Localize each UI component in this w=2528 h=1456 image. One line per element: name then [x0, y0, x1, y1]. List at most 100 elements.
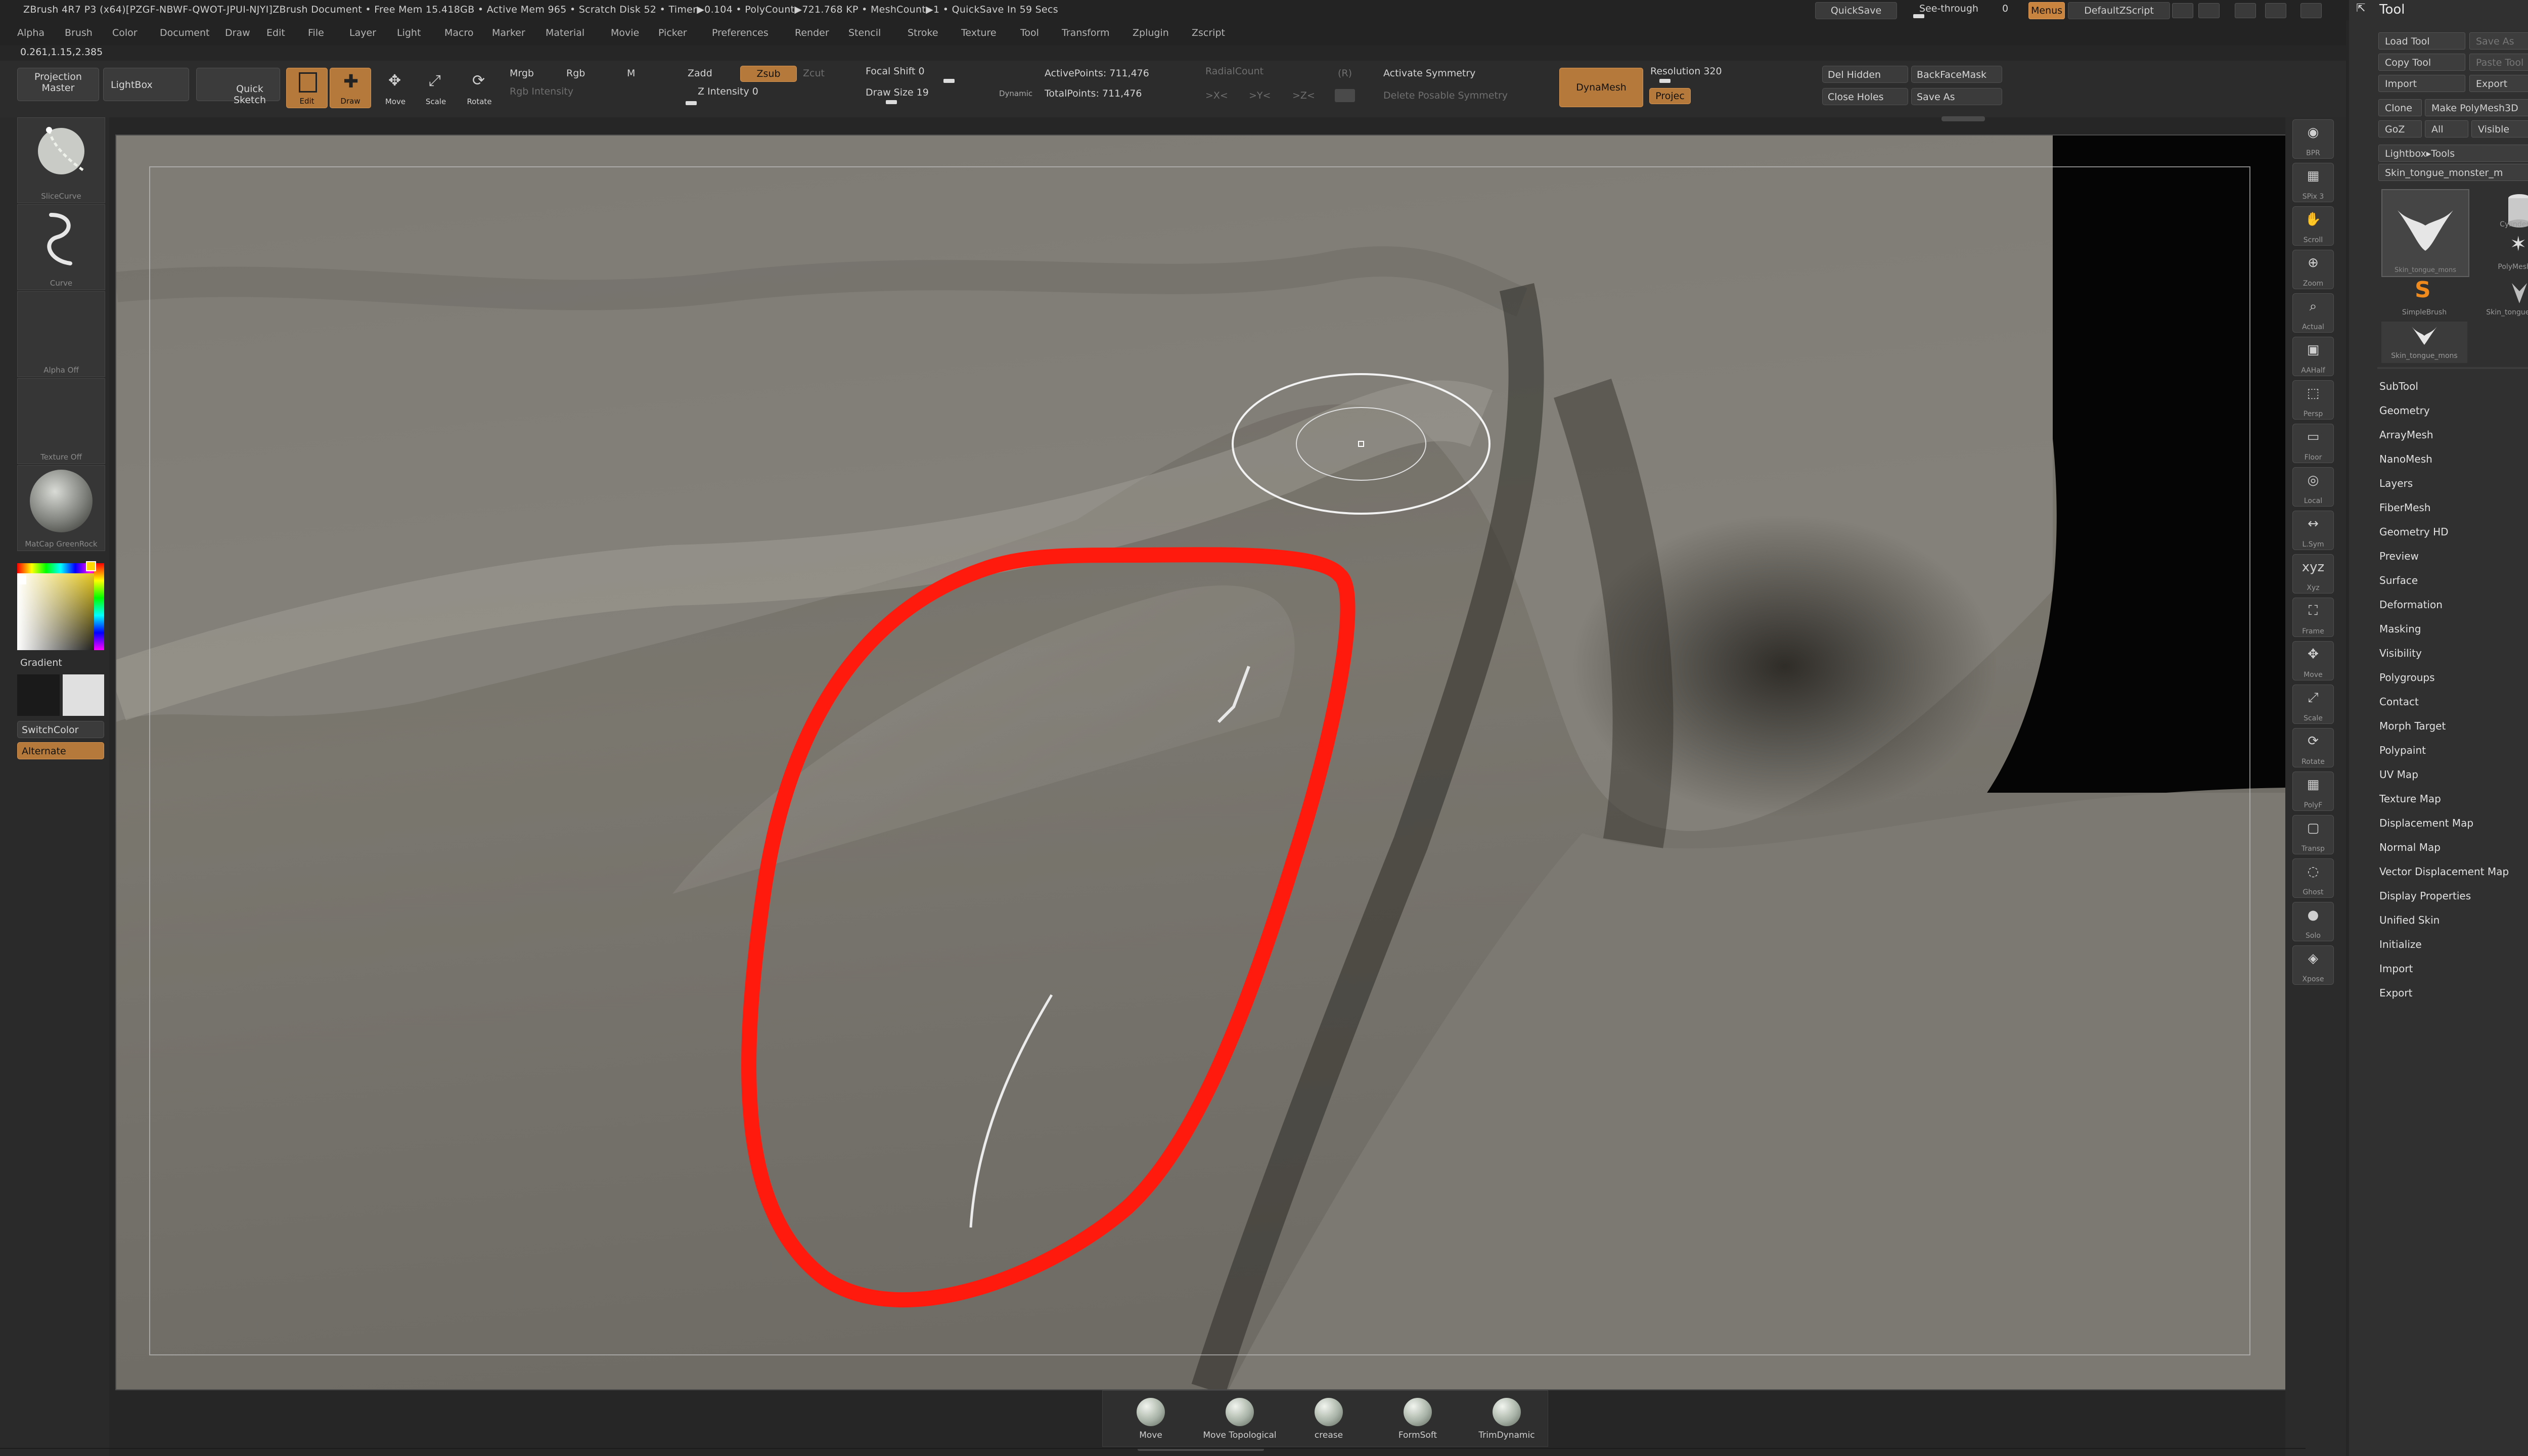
section-normal-map[interactable]: Normal Map [2379, 841, 2441, 853]
m-button[interactable]: M [627, 68, 635, 79]
menu-zplugin[interactable]: Zplugin [1133, 27, 1169, 38]
tool-thumb-skin-tongue[interactable]: Skin_tongue_mons [2381, 189, 2469, 277]
brush-picker[interactable]: SliceCurve [17, 117, 105, 203]
goz-button[interactable]: GoZ [2378, 120, 2422, 138]
section-vector-displacement-map[interactable]: Vector Displacement Map [2379, 866, 2509, 878]
stroke-picker[interactable]: Curve [17, 204, 105, 290]
make-polymesh3d-button[interactable]: Make PolyMesh3D [2425, 99, 2528, 116]
see-through-thumb[interactable] [1913, 14, 1924, 18]
focal-shift-slider[interactable]: Focal Shift 0 [866, 66, 925, 77]
alpha-picker[interactable]: Alpha Off [17, 291, 105, 377]
menu-tool[interactable]: Tool [1020, 27, 1039, 38]
section-arraymesh[interactable]: ArrayMesh [2379, 429, 2433, 441]
mrgb-button[interactable]: Mrgb [510, 68, 534, 79]
view-scroll-button[interactable]: ✋ Scroll [2292, 206, 2334, 246]
sculpt-surface[interactable] [116, 135, 2285, 1389]
rgb-intensity-slider[interactable]: Rgb Intensity [510, 86, 573, 97]
lightbox-tools-button[interactable]: Lightbox▸Tools [2378, 145, 2528, 162]
hue-marker[interactable] [86, 561, 96, 571]
section-geometry[interactable]: Geometry [2379, 404, 2430, 417]
section-nanomesh[interactable]: NanoMesh [2379, 453, 2432, 465]
section-initialize[interactable]: Initialize [2379, 938, 2422, 950]
view-actual-button[interactable]: ⌕ Actual [2292, 293, 2334, 333]
layout-icon[interactable] [2172, 3, 2193, 18]
menu-brush[interactable]: Brush [65, 27, 93, 38]
view-xpose-button[interactable]: ◈ Xpose [2292, 945, 2334, 985]
menu-draw[interactable]: Draw [225, 27, 250, 38]
quick-sketch-button[interactable]: Quick Sketch [196, 68, 280, 106]
layout-icon[interactable] [2198, 3, 2220, 18]
section-texture-map[interactable]: Texture Map [2379, 793, 2441, 805]
view-zoom-button[interactable]: ⊕ Zoom [2292, 250, 2334, 289]
radial-count-slider[interactable]: RadialCount [1205, 66, 1263, 77]
section-morph-target[interactable]: Morph Target [2379, 720, 2446, 732]
tool-palette-header[interactable]: Tool [2379, 2, 2405, 17]
copy-tool-button[interactable]: Copy Tool [2378, 54, 2465, 71]
section-contact[interactable]: Contact [2379, 696, 2419, 708]
view-bpr-button[interactable]: ◉ BPR [2292, 119, 2334, 159]
see-through-slider[interactable]: See-through 0 [1911, 3, 2022, 18]
texture-picker[interactable]: Texture Off [17, 378, 105, 464]
brush-formsoft[interactable]: FormSoft [1380, 1395, 1456, 1445]
symmetry-x-button[interactable]: >X< [1205, 90, 1228, 101]
zsub-button[interactable]: Zsub [740, 66, 797, 82]
section-unified-skin[interactable]: Unified Skin [2379, 914, 2440, 926]
section-polygroups[interactable]: Polygroups [2379, 671, 2434, 684]
menu-stencil[interactable]: Stencil [848, 27, 881, 38]
clone-button[interactable]: Clone [2378, 99, 2422, 116]
palette-icon[interactable] [2265, 3, 2286, 18]
view-floor-button[interactable]: ▭ Floor [2292, 424, 2334, 463]
brush-crease[interactable]: crease [1291, 1395, 1367, 1445]
symmetry-r-toggle[interactable] [1335, 89, 1355, 102]
menu-color[interactable]: Color [112, 27, 138, 38]
delete-posable-symmetry-button[interactable]: Delete Posable Symmetry [1383, 90, 1508, 101]
rotate-button[interactable]: ⟳ Rotate [459, 68, 500, 107]
menu-zscript[interactable]: Zscript [1192, 27, 1225, 38]
section-subtool[interactable]: SubTool [2379, 380, 2418, 392]
radial-r-button[interactable]: (R) [1338, 68, 1352, 79]
menu-alpha[interactable]: Alpha [17, 27, 44, 38]
color-picker[interactable] [17, 561, 104, 650]
menu-transform[interactable]: Transform [1062, 27, 1110, 38]
quicksave-button[interactable]: QuickSave [1815, 2, 1897, 19]
section-preview[interactable]: Preview [2379, 550, 2419, 562]
section-uv-map[interactable]: UV Map [2379, 768, 2418, 781]
menu-document[interactable]: Document [160, 27, 209, 38]
menu-layer[interactable]: Layer [349, 27, 376, 38]
menu-edit[interactable]: Edit [266, 27, 285, 38]
view-xyz-button[interactable]: xyz Xyz [2292, 554, 2334, 594]
backface-mask-button[interactable]: BackFaceMask [1911, 66, 2002, 83]
del-hidden-button[interactable]: Del Hidden [1822, 66, 1908, 83]
menu-texture[interactable]: Texture [961, 27, 997, 38]
view-l-sym-button[interactable]: ↔ L.Sym [2292, 511, 2334, 550]
import-button[interactable]: Import [2378, 75, 2465, 92]
load-tool-button[interactable]: Load Tool [2378, 32, 2465, 50]
draw-size-slider[interactable]: Draw Size 19 [866, 87, 929, 98]
alternate-button[interactable]: Alternate [17, 742, 104, 759]
symmetry-z-button[interactable]: >Z< [1292, 90, 1315, 101]
view-move-button[interactable]: ✥ Move [2292, 641, 2334, 680]
view-aahalf-button[interactable]: ▣ AAHalf [2292, 337, 2334, 376]
view-persp-button[interactable]: ⬚ Persp [2292, 380, 2334, 420]
focal-shift-thumb[interactable] [943, 79, 955, 83]
dynamesh-button[interactable]: DynaMesh [1559, 68, 1643, 107]
secondary-color-swatch[interactable] [63, 674, 104, 716]
rgb-button[interactable]: Rgb [566, 68, 585, 79]
move-button[interactable]: ✥ Move [375, 68, 416, 107]
section-fibermesh[interactable]: FiberMesh [2379, 502, 2430, 514]
view-frame-button[interactable]: ⛶ Frame [2292, 598, 2334, 637]
section-import[interactable]: Import [2379, 963, 2413, 975]
brush-trimdynamic[interactable]: TrimDynamic [1469, 1395, 1545, 1445]
toolbar-save-as-button[interactable]: Save As [1911, 88, 2002, 105]
section-polypaint[interactable]: Polypaint [2379, 744, 2426, 756]
view-solo-button[interactable]: ● Solo [2292, 902, 2334, 941]
palette-icon[interactable] [2235, 3, 2256, 18]
default-zscript-button[interactable]: DefaultZScript [2068, 2, 2170, 19]
edit-button[interactable]: Edit [286, 68, 328, 108]
tool-thumb-simplebrush[interactable]: S SimpleBrush [2381, 277, 2467, 324]
z-intensity-thumb[interactable] [686, 101, 697, 105]
tool-thumb-skin-tongue-3[interactable]: Skin_tongue_mons [2381, 322, 2467, 363]
section-layers[interactable]: Layers [2379, 477, 2413, 489]
menu-movie[interactable]: Movie [611, 27, 639, 38]
view-transp-button[interactable]: ▢ Transp [2292, 815, 2334, 854]
